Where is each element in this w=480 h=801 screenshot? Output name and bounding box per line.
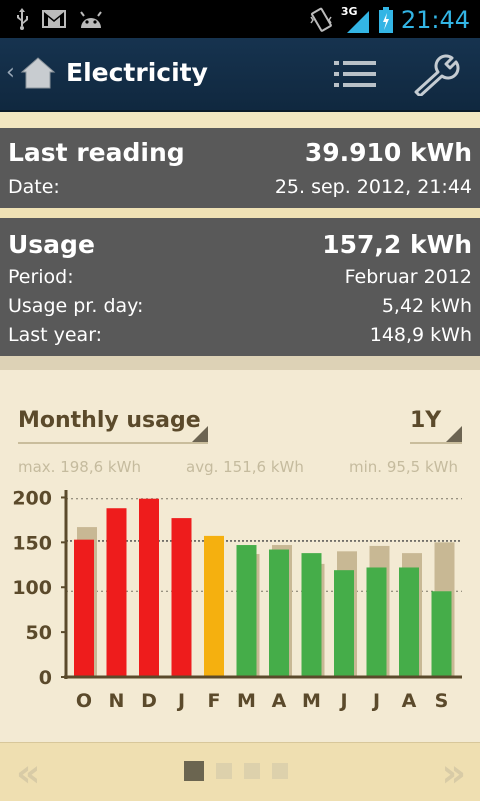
x-tick-label: M: [237, 690, 256, 712]
usage-bar: [366, 567, 387, 677]
clock: 21:44: [400, 6, 470, 34]
signal-icon: 3G: [341, 5, 371, 33]
list-menu-icon[interactable]: [334, 60, 376, 88]
usage-bar: [334, 570, 354, 677]
usage-bar: [171, 518, 192, 677]
battery-icon: [378, 7, 393, 33]
last-reading-card: Last reading 39.910 kWh Date: 25. sep. 2…: [0, 128, 480, 208]
usage-bar: [74, 539, 94, 677]
min-text: min. 95,5 kWh: [349, 458, 459, 476]
x-tick-label: J: [176, 690, 185, 712]
x-tick-label: A: [272, 690, 287, 712]
monthly-usage-chart: O N D J F M A M J J A S050100150200: [12, 487, 462, 712]
y-tick-label: 150: [12, 532, 52, 554]
usage-bar: [399, 567, 419, 677]
pager-bar: « »: [0, 742, 480, 801]
separator: [0, 112, 480, 128]
y-tick-label: 50: [26, 622, 52, 644]
page-dot[interactable]: [244, 763, 260, 779]
page-dot[interactable]: [272, 763, 288, 779]
max-text: max. 198,6 kWh: [18, 458, 141, 476]
y-tick-label: 0: [39, 667, 52, 689]
vibrate-icon: [310, 7, 332, 32]
y-tick-label: 100: [12, 577, 52, 599]
x-tick-label: S: [435, 690, 449, 712]
x-tick-label: A: [402, 690, 417, 712]
back-chevron-icon[interactable]: ‹: [6, 60, 15, 85]
period-value: Februar 2012: [344, 266, 472, 288]
x-tick-label: M: [302, 690, 321, 712]
usage-card: Usage 157,2 kWh Period: Februar 2012 Usa…: [0, 218, 480, 356]
range-dropdown[interactable]: 1Y: [410, 402, 462, 444]
separator: [0, 208, 480, 218]
dropdown-arrow-icon: [192, 426, 208, 442]
x-tick-label: N: [109, 690, 125, 712]
previous-page-icon[interactable]: «: [16, 751, 41, 795]
y-tick-label: 200: [12, 487, 52, 509]
x-tick-label: O: [76, 690, 92, 712]
separator: [0, 356, 480, 370]
range-label: 1Y: [410, 408, 442, 433]
date-value: 25. sep. 2012, 21:44: [274, 176, 472, 198]
page-dot[interactable]: [216, 763, 232, 779]
status-bar: 3G 21:44: [0, 0, 480, 38]
usage-value: 157,2 kWh: [322, 230, 472, 259]
page-indicator: [184, 761, 288, 781]
x-tick-label: F: [208, 690, 221, 712]
usage-heading: Usage: [8, 230, 95, 259]
dropdown-arrow-icon: [446, 426, 462, 442]
usage-per-day-value: 5,42 kWh: [381, 295, 472, 317]
wrench-icon[interactable]: [412, 52, 462, 96]
x-tick-label: J: [338, 690, 347, 712]
last-reading-heading: Last reading: [8, 138, 185, 167]
usage-bar: [106, 508, 127, 677]
x-tick-label: D: [141, 690, 157, 712]
period-label: Period:: [8, 266, 74, 288]
app-bar: ‹ Electricity: [0, 38, 480, 112]
home-icon[interactable]: [20, 56, 56, 90]
next-page-icon[interactable]: »: [441, 751, 466, 795]
android-icon: [80, 11, 102, 28]
usage-bar: [139, 498, 159, 677]
usb-icon: [17, 8, 28, 30]
usage-bar: [236, 545, 257, 677]
notification-icons: [14, 8, 104, 30]
page-dot[interactable]: [184, 761, 204, 781]
avg-text: avg. 151,6 kWh: [186, 458, 304, 476]
usage-per-day-label: Usage pr. day:: [8, 295, 144, 317]
system-icons: 3G 21:44: [309, 5, 470, 34]
last-year-value: 148,9 kWh: [369, 324, 472, 346]
dropdown-label: Monthly usage: [18, 408, 201, 433]
usage-bar: [301, 553, 322, 677]
last-reading-value: 39.910 kWh: [304, 138, 472, 167]
usage-bar: [269, 549, 289, 677]
gmail-icon: [42, 10, 66, 28]
usage-bar: [431, 591, 452, 677]
usage-bar: [204, 535, 224, 677]
monthly-usage-dropdown[interactable]: Monthly usage: [18, 402, 208, 444]
last-year-label: Last year:: [8, 324, 103, 346]
date-label: Date:: [8, 176, 60, 198]
x-tick-label: J: [371, 690, 380, 712]
app-title: Electricity: [66, 58, 208, 87]
